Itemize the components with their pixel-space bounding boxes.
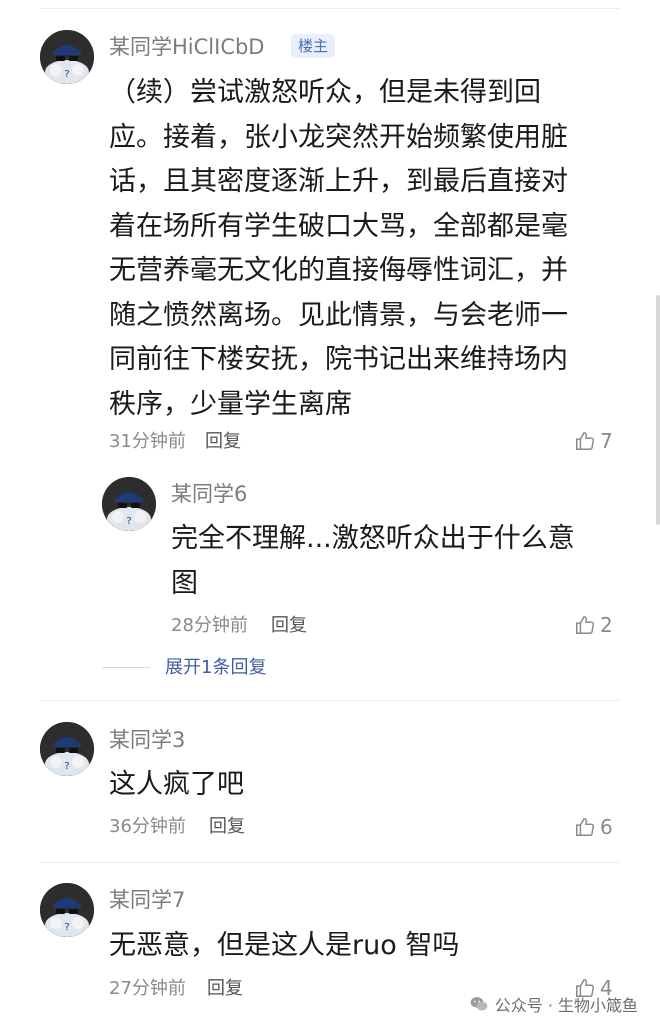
user-avatar-icon: ? (40, 883, 94, 937)
comment-content: 这人疯了吧 (109, 769, 244, 800)
expand-divider (102, 667, 150, 668)
reply-content: 完全不理解...激怒听众出于什么意 图 (171, 523, 575, 599)
user-avatar-icon: ? (40, 30, 94, 84)
comment-content: （续）尝试激怒听众，但是未得到回 应。接着，张小龙突然开始频繁使用脏 话，且其密… (109, 77, 568, 420)
like-button[interactable]: 6 (574, 815, 613, 839)
top-divider (40, 8, 620, 9)
thumbs-up-icon (576, 432, 594, 450)
comment-timestamp: 27分钟前 (109, 978, 186, 999)
svg-text:?: ? (64, 922, 69, 933)
user-avatar-icon: ? (40, 722, 94, 776)
like-count: 7 (600, 429, 613, 453)
avatar[interactable]: ? (102, 477, 156, 531)
reply-timestamp: 28分钟前 (171, 615, 248, 636)
like-count: 2 (600, 613, 613, 637)
comment-timestamp: 36分钟前 (109, 816, 186, 837)
reply-author-name[interactable]: 某同学6 (171, 481, 247, 507)
expand-replies-button[interactable]: 展开1条回复 (165, 656, 266, 680)
like-count: 6 (600, 815, 613, 839)
wechat-icon (470, 997, 488, 1011)
thumbs-up-icon (576, 818, 594, 836)
thumbs-up-icon (576, 616, 594, 634)
svg-text:?: ? (64, 761, 69, 772)
like-button[interactable]: 2 (574, 613, 613, 637)
avatar[interactable]: ? (40, 722, 94, 776)
avatar[interactable]: ? (40, 883, 94, 937)
comment-divider (40, 700, 620, 701)
comment-content: 无恶意，但是这人是ruo 智吗 (109, 930, 460, 961)
svg-text:?: ? (126, 516, 131, 527)
comment-author-name[interactable]: 某同学HiClICbD (109, 34, 264, 60)
reply-button[interactable]: 回复 (207, 977, 243, 1001)
comment-timestamp: 31分钟前 (109, 431, 186, 452)
watermark: 公众号 · 生物小箴鱼 (469, 992, 638, 1016)
reply-button[interactable]: 回复 (205, 430, 241, 454)
reply-button[interactable]: 回复 (271, 614, 307, 638)
op-badge: 楼主 (291, 34, 336, 58)
watermark-label: 公众号 · 生物小箴鱼 (494, 996, 638, 1015)
svg-text:?: ? (64, 69, 69, 80)
scrollbar[interactable] (656, 295, 660, 525)
reply-button[interactable]: 回复 (209, 815, 245, 839)
comment-author-name[interactable]: 某同学7 (109, 887, 185, 913)
user-avatar-icon: ? (102, 477, 156, 531)
like-button[interactable]: 7 (574, 429, 613, 453)
comment-author-name[interactable]: 某同学3 (109, 727, 185, 753)
comment-divider (40, 862, 620, 863)
avatar[interactable]: ? (40, 30, 94, 84)
